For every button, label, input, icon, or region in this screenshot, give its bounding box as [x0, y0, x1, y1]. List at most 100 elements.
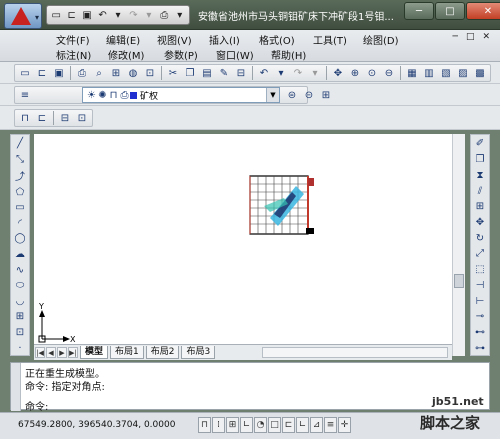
redo-dropdown-icon[interactable]: ▾ [307, 65, 323, 81]
drawing-area[interactable]: Y X [34, 134, 452, 344]
etransmit-icon[interactable]: ⊡ [142, 65, 158, 81]
menu-parametric[interactable]: 参数(P) [164, 47, 198, 62]
close-button[interactable]: ✕ [466, 2, 500, 20]
redo-dropdown-icon[interactable]: ▾ [142, 8, 156, 23]
copy-object-icon[interactable]: ❐ [473, 153, 487, 167]
doc-minimize-button[interactable]: ─ [453, 32, 458, 42]
chevron-down-icon[interactable]: ▼ [266, 88, 279, 102]
rectangle-icon[interactable]: ▭ [13, 201, 27, 215]
insert-block-icon[interactable]: ⊞ [13, 310, 27, 324]
copy-icon[interactable]: ❐ [182, 65, 198, 81]
rotate-icon[interactable]: ↻ [473, 231, 487, 245]
undo-icon[interactable]: ↶ [256, 65, 272, 81]
chevron-down-icon[interactable]: ▾ [173, 8, 187, 23]
new-icon[interactable]: ▭ [49, 8, 63, 23]
new-icon[interactable]: ▭ [17, 65, 33, 81]
first-tab-icon[interactable]: |◀ [35, 347, 45, 358]
plot-icon[interactable]: ⎙ [157, 8, 171, 23]
doc-close-button[interactable]: ✕ [482, 32, 490, 42]
menu-tools[interactable]: 工具(T) [313, 32, 347, 47]
save-icon[interactable]: ▣ [51, 65, 67, 81]
maximize-button[interactable]: □ [435, 2, 465, 20]
undo-icon[interactable]: ↶ [95, 8, 109, 23]
previous-tab-icon[interactable]: ◀ [46, 347, 56, 358]
menu-view[interactable]: 视图(V) [157, 32, 192, 47]
zoom-realtime-icon[interactable]: ⊕ [347, 65, 363, 81]
spline-icon[interactable]: ∿ [13, 263, 27, 277]
menu-file[interactable]: 文件(F) [56, 32, 90, 47]
menu-modify[interactable]: 修改(M) [108, 47, 144, 62]
layer-states-icon[interactable]: ⊞ [318, 87, 334, 103]
tab-layout2[interactable]: 布局2 [145, 346, 180, 359]
snap-mode-icon[interactable]: ⁞ [212, 417, 225, 433]
menu-insert[interactable]: 插入(I) [209, 32, 240, 47]
paste-icon[interactable]: ▤ [199, 65, 215, 81]
design-center-icon[interactable]: ▥ [421, 65, 437, 81]
tab-model[interactable]: 模型 [80, 346, 109, 359]
menu-draw[interactable]: 绘图(D) [363, 32, 399, 47]
scale-icon[interactable]: ⤢ [473, 247, 487, 261]
text-style-icon[interactable]: ⊟ [57, 110, 73, 126]
point-icon[interactable]: · [13, 341, 27, 355]
arc-icon[interactable]: ◜ [13, 216, 27, 230]
last-tab-icon[interactable]: ▶| [68, 347, 78, 358]
layer-previous-icon[interactable]: ⊝ [301, 87, 317, 103]
allow-ucs-icon[interactable]: ∟ [296, 417, 309, 433]
redo-icon[interactable]: ↷ [290, 65, 306, 81]
line-icon[interactable]: ╱ [13, 137, 27, 151]
redo-icon[interactable]: ↷ [126, 8, 140, 23]
match-properties-icon[interactable]: ✎ [216, 65, 232, 81]
tool-palettes-icon[interactable]: ▧ [438, 65, 454, 81]
zoom-window-icon[interactable]: ⊙ [364, 65, 380, 81]
3d-dwf-icon[interactable]: ◍ [125, 65, 141, 81]
dynamic-input-icon[interactable]: ⊿ [310, 417, 323, 433]
properties-icon[interactable]: ▦ [404, 65, 420, 81]
stretch-icon[interactable]: ⬚ [473, 263, 487, 277]
open-icon[interactable]: ⊏ [64, 8, 78, 23]
minimize-button[interactable]: ─ [404, 2, 434, 20]
undo-dropdown-icon[interactable]: ▾ [273, 65, 289, 81]
publish-icon[interactable]: ⊞ [108, 65, 124, 81]
break-icon[interactable]: ⊷ [473, 326, 487, 340]
menu-edit[interactable]: 编辑(E) [106, 32, 140, 47]
revision-cloud-icon[interactable]: ☁ [13, 248, 27, 262]
array-icon[interactable]: ⊞ [473, 200, 487, 214]
erase-icon[interactable]: ✐ [473, 137, 487, 151]
polygon-icon[interactable]: ⬠ [13, 185, 27, 199]
open-icon[interactable]: ⊏ [34, 65, 50, 81]
infer-constraints-icon[interactable]: ⊓ [198, 417, 211, 433]
object-snap-tracking-icon[interactable]: ⊏ [282, 417, 295, 433]
menu-help[interactable]: 帮助(H) [271, 47, 306, 62]
undo-dropdown-icon[interactable]: ▾ [111, 8, 125, 23]
plot-preview-icon[interactable]: ⌕ [91, 65, 107, 81]
polar-tracking-icon[interactable]: ◔ [254, 417, 267, 433]
mirror-icon[interactable]: ⧗ [473, 168, 487, 182]
scroll-thumb[interactable] [454, 274, 464, 288]
circle-icon[interactable]: ◯ [13, 232, 27, 246]
workspace-icon[interactable]: ⊓ [17, 110, 33, 126]
horizontal-scrollbar[interactable] [262, 347, 448, 358]
grid-display-icon[interactable]: ⊞ [226, 417, 239, 433]
move-icon[interactable]: ✥ [473, 216, 487, 230]
quick-properties-icon[interactable]: ✛ [338, 417, 351, 433]
layer-dropdown[interactable]: ☀ ✺ ⊓ ⎙ 矿权 ▼ [82, 87, 280, 103]
vertical-scrollbar[interactable] [452, 134, 465, 356]
sheet-set-icon[interactable]: ▨ [455, 65, 471, 81]
make-object-layer-current-icon[interactable]: ⊜ [284, 87, 300, 103]
doc-restore-button[interactable]: □ [466, 32, 475, 42]
tab-layout1[interactable]: 布局1 [110, 346, 144, 359]
next-tab-icon[interactable]: ▶ [57, 347, 67, 358]
ellipse-arc-icon[interactable]: ◡ [13, 294, 27, 308]
trim-icon[interactable]: ⊣ [473, 278, 487, 292]
block-editor-icon[interactable]: ⊟ [233, 65, 249, 81]
plot-icon[interactable]: ⎙ [74, 65, 90, 81]
offset-icon[interactable]: ⫽ [473, 184, 487, 198]
ellipse-icon[interactable]: ⬭ [13, 279, 27, 293]
menu-dimension[interactable]: 标注(N) [56, 47, 91, 62]
dimension-style-icon[interactable]: ⊡ [74, 110, 90, 126]
menu-window[interactable]: 窗口(W) [216, 47, 254, 62]
pan-icon[interactable]: ✥ [330, 65, 346, 81]
polyline-icon[interactable]: ⤴ [13, 168, 27, 183]
tab-layout3[interactable]: 布局3 [181, 346, 216, 359]
lineweight-icon[interactable]: ≡ [324, 417, 337, 433]
